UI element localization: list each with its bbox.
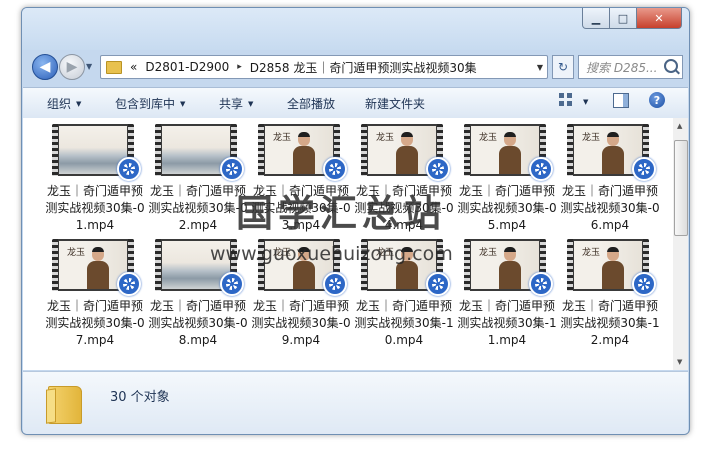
film-strip-left	[567, 124, 573, 176]
view-options-dropdown[interactable]: ▼	[583, 98, 588, 106]
media-player-icon	[426, 157, 450, 181]
watermark-text: 国学汇总站	[236, 192, 446, 235]
chevron-down-icon: ▼	[248, 100, 254, 108]
film-strip-left	[361, 124, 367, 176]
presenter-figure	[499, 132, 521, 174]
media-player-icon	[117, 157, 141, 181]
thumbnail-caption: 龙玉	[582, 248, 601, 258]
thumbnail-caption: 龙玉	[273, 133, 292, 143]
arrow-right-icon: ▶	[66, 59, 78, 75]
film-strip-left	[464, 124, 470, 176]
media-player-icon	[323, 272, 347, 296]
share-menu[interactable]: 共享 ▼	[219, 95, 253, 112]
film-strip-left	[258, 124, 264, 176]
watermark-url: www.guoxuehuizong.com	[210, 243, 453, 265]
close-button[interactable]: ✕	[636, 8, 682, 29]
film-strip-left	[52, 124, 58, 176]
presenter-figure	[602, 247, 624, 289]
chevron-down-icon: ▼	[76, 100, 82, 108]
film-strip-left	[155, 239, 161, 291]
preview-pane-icon[interactable]	[613, 93, 629, 108]
file-name: 龙玉｜奇门遁甲预测实战视频30集-08.mp4	[148, 299, 248, 347]
media-player-icon	[220, 272, 244, 296]
thumbnail-caption: 龙玉	[582, 133, 601, 143]
thumbnail-caption: 龙玉	[479, 133, 498, 143]
maximize-button[interactable]: □	[609, 8, 637, 29]
scrollbar-thumb[interactable]	[674, 140, 688, 236]
scroll-down-icon[interactable]: ▼	[677, 358, 682, 366]
item-count: 30 个对象	[110, 390, 170, 405]
search-input[interactable]: 搜索 D285...	[578, 55, 683, 79]
thumbnail-caption: 龙玉	[479, 248, 498, 258]
breadcrumb-separator-icon[interactable]: ▸	[237, 62, 242, 72]
chevron-down-icon: ▼	[180, 100, 186, 108]
media-player-icon	[529, 272, 553, 296]
file-name: 龙玉｜奇门遁甲预测实战视频30集-11.mp4	[457, 299, 557, 347]
refresh-icon: ↻	[557, 60, 569, 74]
file-name: 龙玉｜奇门遁甲预测实战视频30集-06.mp4	[560, 184, 660, 232]
film-strip-left	[567, 239, 573, 291]
new-folder-button[interactable]: 新建文件夹	[365, 95, 425, 112]
file-name: 龙玉｜奇门遁甲预测实战视频30集-07.mp4	[45, 299, 145, 347]
file-name: 龙玉｜奇门遁甲预测实战视频30集-10.mp4	[354, 299, 454, 347]
vertical-scrollbar[interactable]: ▲ ▼	[673, 118, 688, 370]
help-icon[interactable]: ?	[649, 92, 665, 108]
organize-label: 组织	[47, 97, 72, 111]
presenter-figure	[396, 132, 418, 174]
film-strip-left	[155, 124, 161, 176]
share-label: 共享	[219, 97, 244, 111]
film-strip-left	[52, 239, 58, 291]
details-pane: 30 个对象	[23, 371, 688, 434]
include-in-library-label: 包含到库中	[115, 97, 176, 111]
file-name: 龙玉｜奇门遁甲预测实战视频30集-05.mp4	[457, 184, 557, 232]
file-name: 龙玉｜奇门遁甲预测实战视频30集-09.mp4	[251, 299, 351, 347]
back-button[interactable]: ◀	[32, 54, 58, 80]
search-placeholder: 搜索 D285...	[586, 60, 658, 75]
play-all-button[interactable]: 全部播放	[287, 95, 335, 112]
breadcrumb-segment-current[interactable]: D2858 龙玉｜奇门遁甲预测实战视频30集	[250, 59, 477, 76]
media-player-icon	[632, 272, 656, 296]
forward-button[interactable]: ▶	[59, 54, 85, 80]
include-in-library-menu[interactable]: 包含到库中 ▼	[115, 95, 185, 112]
media-player-icon	[117, 272, 141, 296]
media-player-icon	[323, 157, 347, 181]
breadcrumb-overflow[interactable]: «	[130, 60, 137, 74]
presenter-figure	[87, 247, 109, 289]
media-player-icon	[220, 157, 244, 181]
thumbnail-caption: 龙玉	[376, 133, 395, 143]
address-bar[interactable]: « D2801-D2900 ▸ D2858 龙玉｜奇门遁甲预测实战视频30集 ▼	[100, 55, 548, 79]
file-name: 龙玉｜奇门遁甲预测实战视频30集-12.mp4	[560, 299, 660, 347]
media-player-icon	[426, 272, 450, 296]
address-dropdown-icon[interactable]: ▼	[537, 63, 543, 72]
recent-pages-dropdown[interactable]: ▼	[86, 62, 92, 71]
breadcrumb-segment-parent[interactable]: D2801-D2900	[145, 60, 229, 74]
file-name: 龙玉｜奇门遁甲预测实战视频30集-02.mp4	[148, 184, 248, 232]
minimize-button[interactable]: ▁	[582, 8, 610, 29]
thumbnail-caption: 龙玉	[67, 248, 86, 258]
change-view-icon[interactable]	[559, 93, 573, 107]
media-player-icon	[529, 157, 553, 181]
presenter-figure	[293, 132, 315, 174]
presenter-figure	[602, 132, 624, 174]
search-icon[interactable]	[664, 59, 678, 73]
folder-icon	[48, 386, 82, 424]
refresh-button[interactable]: ↻	[552, 55, 574, 79]
organize-menu[interactable]: 组织 ▼	[47, 95, 81, 112]
scroll-up-icon[interactable]: ▲	[677, 122, 682, 130]
presenter-figure	[499, 247, 521, 289]
folder-icon	[106, 60, 122, 74]
media-player-icon	[632, 157, 656, 181]
file-name: 龙玉｜奇门遁甲预测实战视频30集-01.mp4	[45, 184, 145, 232]
arrow-left-icon: ◀	[39, 59, 51, 75]
film-strip-left	[464, 239, 470, 291]
